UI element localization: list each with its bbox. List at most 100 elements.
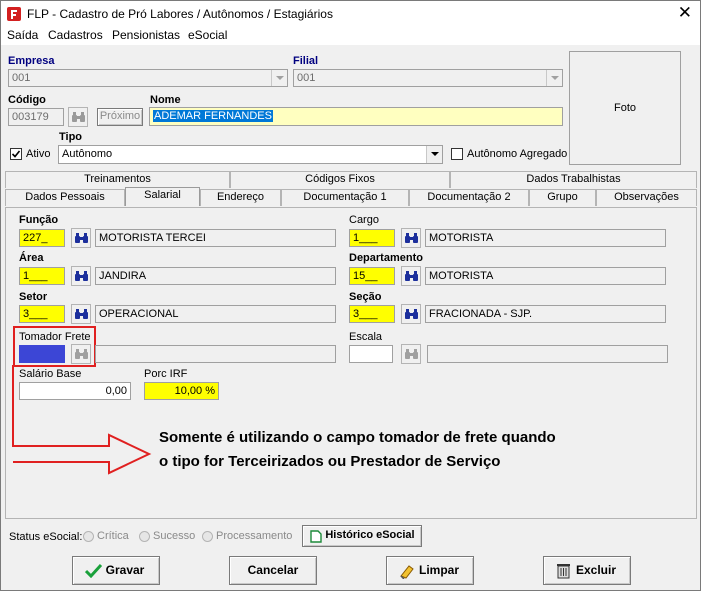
main-window: FLP - Cadastro de Pró Labores / Autônomo…: [0, 0, 701, 591]
binoculars-icon: [75, 233, 88, 243]
empresa-label: Empresa: [8, 55, 55, 67]
status-option-critica[interactable]: Crítica: [83, 530, 129, 542]
foto-label: Foto: [613, 102, 636, 114]
search-codigo-button[interactable]: [68, 107, 88, 127]
tipo-value: Autônomo: [62, 148, 113, 160]
funcao-desc: MOTORISTA TERCEI: [99, 232, 206, 244]
nome-field[interactable]: ADEMAR FERNANDES: [149, 107, 563, 126]
autonomo-agregado-checkbox[interactable]: [451, 148, 463, 160]
filial-label: Filial: [293, 55, 319, 67]
departamento-code: 15__: [353, 270, 378, 282]
secao-code: 3___: [353, 308, 378, 320]
cargo-code: 1___: [353, 232, 378, 244]
empresa-combo[interactable]: 001: [8, 69, 288, 87]
chevron-down-icon[interactable]: [426, 146, 442, 163]
trash-icon: [557, 564, 570, 579]
ativo-checkbox[interactable]: [10, 148, 22, 160]
binoculars-icon: [72, 112, 85, 122]
radio-icon: [139, 530, 150, 542]
tab-observacoes[interactable]: Observações: [596, 189, 697, 206]
porc-irf-value: 10,00 %: [174, 385, 215, 397]
tomador-frete-code-field[interactable]: [19, 345, 65, 363]
limpar-button[interactable]: Limpar: [386, 556, 474, 585]
historico-esocial-button[interactable]: Histórico eSocial: [302, 525, 422, 547]
annotation-arrow: [12, 365, 152, 475]
funcao-code-field[interactable]: 227_: [19, 229, 65, 247]
search-departamento-button[interactable]: [401, 266, 421, 286]
annotation-line-1: Somente é utilizando o campo tomador de …: [159, 429, 556, 446]
radio-icon: [83, 530, 94, 542]
search-tomador-frete-button[interactable]: [71, 344, 91, 364]
tab-endereco[interactable]: Endereço: [200, 189, 281, 206]
cancelar-label: Cancelar: [247, 563, 299, 577]
search-cargo-button[interactable]: [401, 228, 421, 248]
tab-documentacao-1[interactable]: Documentação 1: [281, 189, 409, 206]
search-area-button[interactable]: [71, 266, 91, 286]
search-secao-button[interactable]: [401, 304, 421, 324]
tab-salarial[interactable]: Salarial: [125, 187, 200, 206]
status-sucesso-label: Sucesso: [153, 530, 196, 542]
funcao-label: Função: [19, 214, 59, 226]
departamento-desc-field: MOTORISTA: [425, 267, 666, 285]
chevron-down-icon[interactable]: [546, 70, 562, 86]
tab-dados-pessoais[interactable]: Dados Pessoais: [5, 189, 125, 206]
status-option-sucesso[interactable]: Sucesso: [139, 530, 195, 542]
setor-code: 3___: [23, 308, 48, 320]
tab-grupo[interactable]: Grupo: [529, 189, 596, 206]
photo-box[interactable]: Foto: [569, 51, 681, 165]
codigo-value: 003179: [12, 111, 49, 123]
area-desc: JANDIRA: [99, 270, 147, 282]
setor-desc: OPERACIONAL: [99, 308, 179, 320]
filial-value: 001: [297, 72, 316, 84]
status-option-processamento[interactable]: Processamento: [202, 530, 292, 542]
menu-saida[interactable]: Saída: [7, 28, 38, 42]
status-esocial-label: Status eSocial:: [9, 531, 83, 543]
gravar-button[interactable]: Gravar: [72, 556, 160, 585]
filial-combo[interactable]: 001: [293, 69, 563, 87]
menu-pensionistas[interactable]: Pensionistas: [112, 28, 180, 42]
search-funcao-button[interactable]: [71, 228, 91, 248]
tab-documentacao-2[interactable]: Documentação 2: [409, 189, 529, 206]
close-icon[interactable]: ✕: [678, 4, 692, 21]
binoculars-icon: [75, 349, 88, 359]
secao-desc-field: FRACIONADA - SJP.: [425, 305, 666, 323]
chevron-down-icon[interactable]: [271, 70, 287, 86]
escala-desc-field: [427, 345, 668, 363]
funcao-desc-field: MOTORISTA TERCEI: [95, 229, 336, 247]
binoculars-icon: [405, 349, 418, 359]
secao-code-field[interactable]: 3___: [349, 305, 395, 323]
binoculars-icon: [405, 309, 418, 319]
excluir-button[interactable]: Excluir: [543, 556, 631, 585]
menu-cadastros[interactable]: Cadastros: [48, 28, 103, 42]
codigo-label: Código: [8, 94, 46, 106]
tab-dados-trabalhistas[interactable]: Dados Trabalhistas: [450, 171, 697, 188]
cargo-code-field[interactable]: 1___: [349, 229, 395, 247]
setor-code-field[interactable]: 3___: [19, 305, 65, 323]
funcao-code: 227_: [23, 232, 48, 244]
menu-bar: Saída Cadastros Pensionistas eSocial: [1, 27, 700, 45]
cancelar-button[interactable]: Cancelar: [229, 556, 317, 585]
annotation-line-2: o tipo for Terceirizados ou Prestador de…: [159, 453, 501, 470]
tab-codigos-fixos[interactable]: Códigos Fixos: [230, 171, 450, 188]
secao-label: Seção: [349, 291, 382, 303]
departamento-code-field[interactable]: 15__: [349, 267, 395, 285]
binoculars-icon: [75, 309, 88, 319]
tab-treinamentos[interactable]: Treinamentos: [5, 171, 230, 188]
search-setor-button[interactable]: [71, 304, 91, 324]
window-title: FLP - Cadastro de Pró Labores / Autônomo…: [27, 7, 333, 21]
tipo-combo[interactable]: Autônomo: [58, 145, 443, 164]
binoculars-icon: [405, 233, 418, 243]
escala-code-field[interactable]: [349, 345, 393, 363]
area-code-field[interactable]: 1___: [19, 267, 65, 285]
search-escala-button[interactable]: [401, 344, 421, 364]
codigo-field[interactable]: 003179: [8, 108, 64, 126]
proximo-button[interactable]: Próximo: [97, 108, 143, 126]
ativo-label: Ativo: [26, 148, 51, 160]
status-critica-label: Crítica: [97, 530, 129, 542]
menu-esocial[interactable]: eSocial: [188, 28, 227, 42]
empresa-value: 001: [12, 72, 31, 84]
tomador-frete-label: Tomador Frete: [19, 331, 91, 343]
tipo-label: Tipo: [59, 131, 83, 143]
nome-value: ADEMAR FERNANDES: [153, 110, 273, 122]
setor-desc-field: OPERACIONAL: [95, 305, 336, 323]
